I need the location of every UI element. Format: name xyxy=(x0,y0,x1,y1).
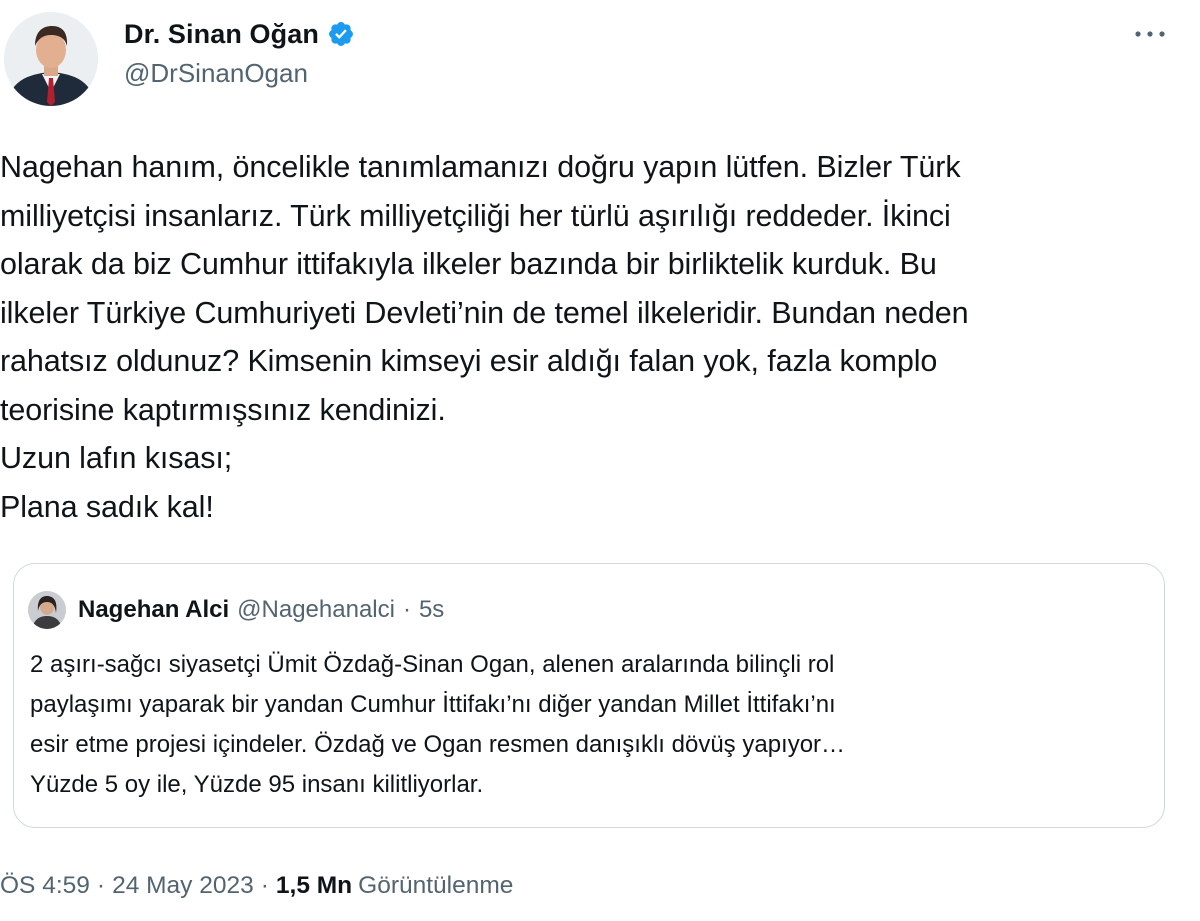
quoted-author-name[interactable]: Nagehan Alci xyxy=(78,596,229,624)
quoted-tweet-text: 2 aşırı-sağcı siyasetçi Ümit Özdağ-Sinan… xyxy=(30,651,846,798)
author-handle[interactable]: @DrSinanOgan xyxy=(124,58,308,89)
more-options-button[interactable] xyxy=(1124,16,1176,52)
tweet-time[interactable]: ÖS 4:59 xyxy=(0,872,90,900)
meta-separator: · xyxy=(96,872,106,899)
quoted-timestamp[interactable]: 5s xyxy=(419,596,444,624)
quoted-separator: · xyxy=(402,596,411,623)
tweet-date[interactable]: 24 May 2023 xyxy=(112,872,254,900)
ellipsis-icon xyxy=(1135,31,1165,37)
quoted-author-handle[interactable]: @Nagehanalci xyxy=(237,596,395,624)
views-label: Görüntülenme xyxy=(358,872,514,899)
views-count[interactable]: 1,5 Mn xyxy=(276,872,352,900)
profile-photo-icon xyxy=(4,12,98,106)
verified-badge-icon xyxy=(327,20,355,48)
tweet: Dr. Sinan Oğan @DrSinanOgan Nagehan hanı… xyxy=(0,0,1200,921)
tweet-text: Nagehan hanım, öncelikle tanımlamanızı d… xyxy=(0,150,969,524)
author-name-row: Dr. Sinan Oğan xyxy=(124,14,355,54)
author-avatar[interactable] xyxy=(4,12,98,106)
quoted-author-avatar[interactable] xyxy=(28,591,66,629)
author-name[interactable]: Dr. Sinan Oğan xyxy=(124,19,319,50)
quoted-profile-photo-icon xyxy=(28,591,66,629)
quoted-tweet-card[interactable]: Nagehan Alci @Nagehanalci · 5s 2 aşırı-s… xyxy=(13,563,1165,828)
meta-separator: · xyxy=(260,872,269,899)
tweet-meta: ÖS 4:59 · 24 May 2023 · 1,5 Mn Görüntüle… xyxy=(0,866,513,906)
quoted-tweet-header: Nagehan Alci @Nagehanalci · 5s xyxy=(28,590,444,630)
